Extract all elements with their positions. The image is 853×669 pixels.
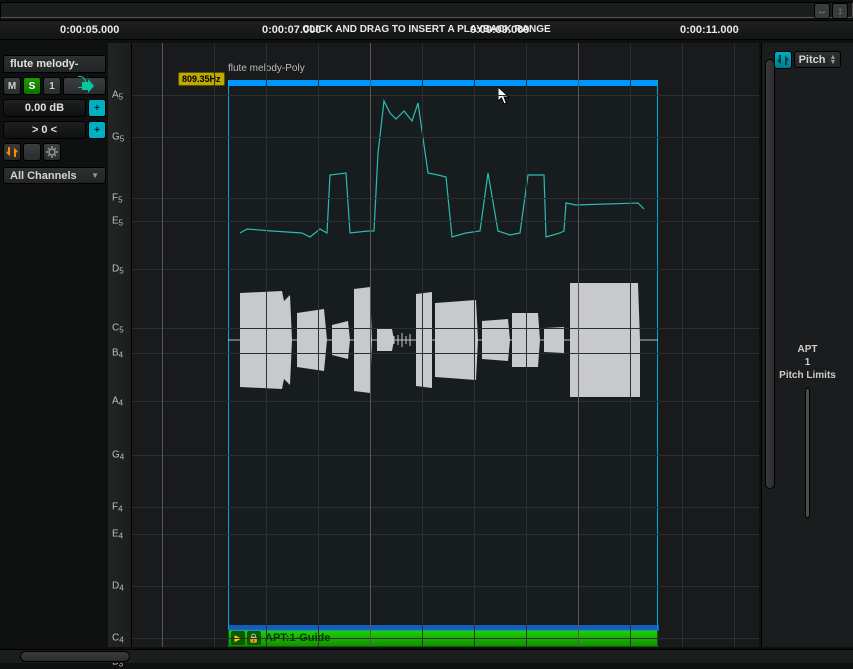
pitch-label: G5 bbox=[112, 132, 124, 143]
gridline bbox=[132, 221, 759, 222]
gridline bbox=[474, 43, 475, 647]
gridline bbox=[132, 328, 759, 329]
waveform-canvas bbox=[132, 43, 759, 647]
timeline-tick: 0:00:05.000 bbox=[60, 24, 119, 36]
overview-scroll[interactable]: ↔ ↕ bbox=[0, 2, 853, 18]
gridline bbox=[526, 43, 527, 647]
gridline bbox=[132, 353, 759, 354]
pitch-label: F5 bbox=[112, 193, 123, 204]
gridline bbox=[132, 401, 759, 402]
channels-label: All Channels bbox=[10, 170, 77, 182]
settings-button[interactable] bbox=[43, 143, 61, 161]
gain-field[interactable]: 0.00 dB bbox=[3, 99, 86, 117]
gridline bbox=[370, 43, 371, 647]
gridline bbox=[422, 43, 423, 647]
speaker-icon[interactable] bbox=[63, 77, 106, 95]
pitch-label: C4 bbox=[112, 633, 124, 644]
timeline-ruler[interactable]: 0:00:05.000 0:00:07.000 0:00:09.000 0:00… bbox=[0, 20, 853, 40]
channels-dropdown[interactable]: All Channels ▼ bbox=[3, 167, 106, 184]
horizontal-scrollbar-thumb[interactable] bbox=[20, 651, 130, 662]
gridline bbox=[132, 638, 759, 639]
gridline bbox=[132, 269, 759, 270]
pitch-label: E5 bbox=[112, 216, 123, 227]
pitch-label: A4 bbox=[112, 396, 123, 407]
right-panel: Pitch ▲▼ APT 1 Pitch Limits bbox=[761, 43, 853, 647]
fit-vertical-icon[interactable]: ↕ bbox=[832, 3, 848, 19]
pitch-label: E4 bbox=[112, 529, 123, 540]
pitch-label: C5 bbox=[112, 323, 124, 334]
timeline-tick: 0:00:11.000 bbox=[680, 24, 739, 36]
gridline bbox=[734, 43, 735, 647]
playback-range-hint: CLICK AND DRAG TO INSERT A PLAYBACK RANG… bbox=[302, 24, 550, 35]
gridline bbox=[132, 534, 759, 535]
solo-button[interactable]: S bbox=[23, 77, 41, 95]
gridline bbox=[132, 95, 759, 96]
pitch-label: D5 bbox=[112, 264, 124, 275]
pitch-label: D4 bbox=[112, 581, 124, 592]
gridline bbox=[682, 43, 683, 647]
gridline bbox=[132, 586, 759, 587]
pitch-limit-slider[interactable] bbox=[805, 388, 810, 518]
view-mode-label: Pitch bbox=[799, 54, 826, 66]
fit-horizontal-icon[interactable]: ↔ bbox=[814, 3, 830, 19]
gridline bbox=[578, 43, 579, 647]
pan-field[interactable]: > 0 < bbox=[3, 121, 86, 139]
apt-panel: APT 1 Pitch Limits bbox=[779, 343, 836, 518]
pitch-editor[interactable]: flute melody-Poly 809.35Hz ▶ 🔒 APT:1-Gui… bbox=[132, 43, 759, 647]
mute-button[interactable]: M bbox=[3, 77, 21, 95]
gridline bbox=[630, 43, 631, 647]
view-mode-dropdown[interactable]: Pitch ▲▼ bbox=[794, 51, 842, 68]
gridline bbox=[132, 137, 759, 138]
gain-add-button[interactable]: + bbox=[88, 99, 106, 117]
track-name-field[interactable]: flute melody- bbox=[3, 55, 106, 73]
guide-clip-mini-wave bbox=[229, 625, 659, 631]
extra-button-1[interactable] bbox=[23, 143, 41, 161]
gridline bbox=[162, 43, 163, 647]
gridline bbox=[266, 43, 267, 647]
process-apt-button[interactable] bbox=[774, 51, 792, 69]
pitch-ruler[interactable]: A5G5F5E5D5C5B4A4G4F4E4D4C4B3 bbox=[108, 43, 132, 647]
pitch-label: F4 bbox=[112, 502, 123, 513]
voice-button[interactable]: 1 bbox=[43, 77, 61, 95]
gridline bbox=[318, 43, 319, 647]
vertical-scrollbar[interactable] bbox=[765, 59, 775, 489]
pan-add-button[interactable]: + bbox=[88, 121, 106, 139]
chevron-down-icon: ▼ bbox=[91, 171, 99, 180]
gridline bbox=[132, 455, 759, 456]
horizontal-scrollbar-track[interactable] bbox=[0, 649, 853, 663]
gridline bbox=[132, 198, 759, 199]
gear-icon bbox=[46, 146, 58, 158]
pitch-label: G4 bbox=[112, 450, 124, 461]
gridline bbox=[214, 43, 215, 647]
process-button[interactable] bbox=[3, 143, 21, 161]
pitch-label: A5 bbox=[112, 90, 123, 101]
pitch-label: B4 bbox=[112, 348, 123, 359]
updown-icon: ▲▼ bbox=[829, 55, 836, 65]
gridline bbox=[132, 507, 759, 508]
